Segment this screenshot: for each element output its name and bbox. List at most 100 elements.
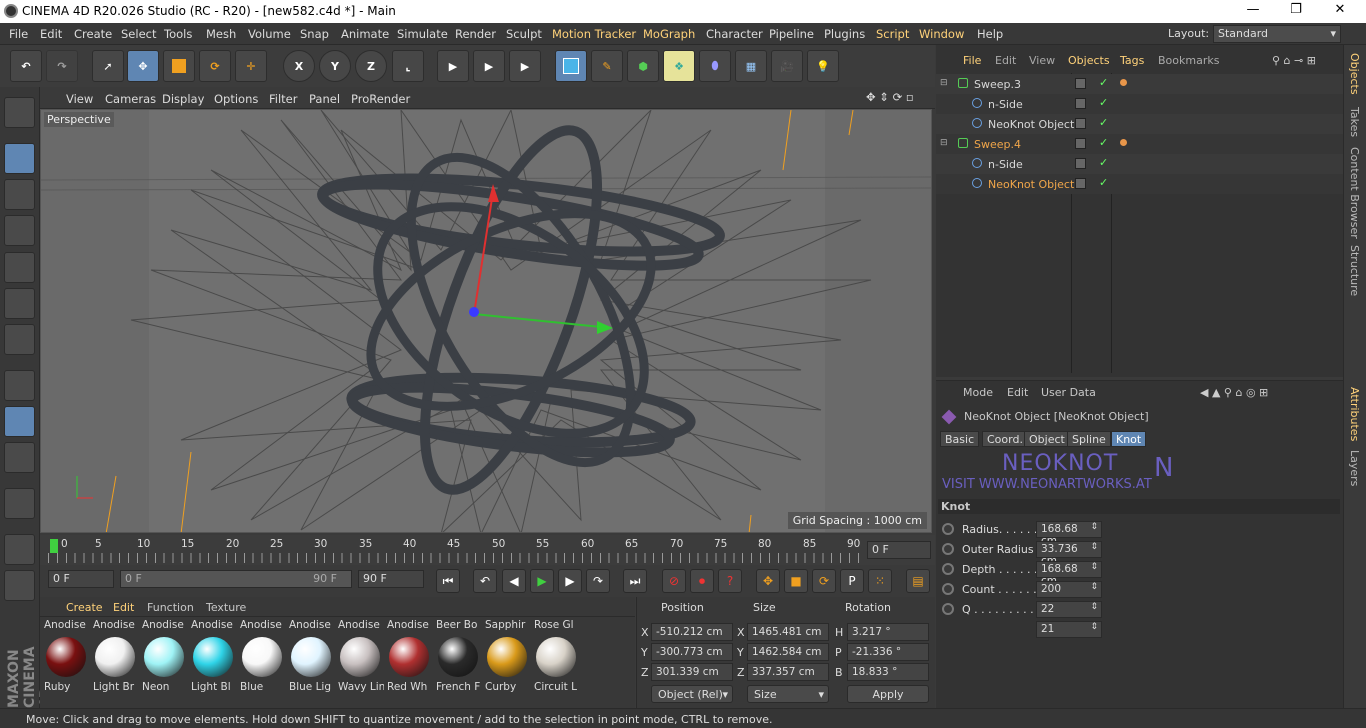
redo-icon[interactable]: ↷	[46, 50, 78, 82]
animate-radio[interactable]	[942, 543, 954, 555]
previous-key-icon[interactable]: ↶	[473, 569, 497, 593]
visibility-toggle[interactable]	[1075, 98, 1086, 109]
spinner-icon[interactable]: ⇕	[1090, 622, 1098, 632]
checkmark-icon[interactable]: ✓	[1099, 76, 1108, 89]
expand-icon[interactable]: ⊟	[940, 78, 948, 88]
render-picture-viewer-icon[interactable]: ▶	[473, 50, 505, 82]
material-swatch[interactable]: Anodise Ruby	[42, 619, 89, 703]
pos-x-field[interactable]: -510.212 cm	[651, 623, 733, 641]
previous-frame-icon[interactable]: ◀	[502, 569, 526, 593]
next-frame-icon[interactable]: ▶	[558, 569, 582, 593]
record-keys-icon[interactable]: ⊘	[662, 569, 686, 593]
object-row[interactable]: ⊟ Sweep.3 ✓	[936, 74, 1343, 94]
tag-icon[interactable]	[1120, 79, 1127, 86]
attributes-menu-edit[interactable]: Edit	[1007, 386, 1028, 399]
undo-icon[interactable]: ↶	[10, 50, 42, 82]
knot-param-field[interactable]: 33.736 cm⇕	[1036, 541, 1102, 567]
tab-attributes[interactable]: Attributes	[1348, 387, 1361, 441]
spinner-icon[interactable]: ⇕	[1090, 602, 1098, 612]
objects-menu-tags[interactable]: Tags	[1120, 54, 1144, 67]
material-swatch[interactable]: Anodise Blue Lig	[287, 619, 334, 703]
material-menu-edit[interactable]: Edit	[113, 601, 134, 614]
menu-pipeline[interactable]: Pipeline	[769, 27, 814, 41]
object-row[interactable]: NeoKnot Object ✓	[936, 174, 1343, 194]
key-pla-icon[interactable]: ⁙	[868, 569, 892, 593]
light-icon[interactable]: 💡	[807, 50, 839, 82]
animate-radio[interactable]	[942, 523, 954, 535]
spinner-icon[interactable]: ⇕	[1090, 562, 1098, 572]
move-tool-icon[interactable]: ✥	[127, 50, 159, 82]
pos-z-field[interactable]: 301.339 cm	[651, 663, 733, 681]
tab-content-browser[interactable]: Content Browser	[1348, 147, 1361, 239]
goto-end-icon[interactable]: ⏭	[623, 569, 647, 593]
timeline-ruler[interactable]: 0 5 10 15 20 25 30 35 40 45 50 55 60 65 …	[40, 535, 935, 565]
snap-magnet-icon[interactable]	[4, 488, 35, 519]
visibility-toggle[interactable]	[1075, 158, 1086, 169]
menu-render[interactable]: Render	[455, 27, 496, 41]
attr-tab-spline[interactable]: Spline	[1067, 431, 1111, 447]
menu-mesh[interactable]: Mesh	[206, 27, 236, 41]
material-menu-create[interactable]: Create	[66, 601, 103, 614]
spinner-icon[interactable]: ⇕	[1090, 522, 1098, 532]
menu-character[interactable]: Character	[706, 27, 763, 41]
attributes-menu-mode[interactable]: Mode	[963, 386, 993, 399]
subdivision-icon[interactable]: ⬢	[627, 50, 659, 82]
menu-sculpt[interactable]: Sculpt	[506, 27, 542, 41]
playhead-marker[interactable]	[50, 539, 58, 553]
object-row[interactable]: n-Side ✓	[936, 154, 1343, 174]
animate-radio[interactable]	[942, 563, 954, 575]
objects-menu-edit[interactable]: Edit	[995, 54, 1016, 67]
menu-window[interactable]: Window	[919, 27, 964, 41]
start-frame-field[interactable]: 0 F	[48, 570, 114, 588]
menu-mograph[interactable]: MoGraph	[643, 27, 695, 41]
render-view-icon[interactable]: ▶	[437, 50, 469, 82]
viewport-menu-cameras[interactable]: Cameras	[105, 92, 156, 106]
z-axis-lock-button[interactable]: Z	[355, 50, 387, 82]
array-generator-icon[interactable]: ❖	[663, 50, 695, 82]
workplane-mode-icon[interactable]	[4, 215, 35, 246]
coordinate-mode-dropdown[interactable]: Object (Rel) ▾	[651, 685, 733, 703]
scale-tool-icon[interactable]	[163, 50, 195, 82]
tab-objects[interactable]: Objects	[1348, 53, 1361, 95]
animate-radio[interactable]	[942, 603, 954, 615]
material-swatch[interactable]: Anodise Light Br	[91, 619, 138, 703]
key-rotation-icon[interactable]: ⟳	[812, 569, 836, 593]
viewport-menu-filter[interactable]: Filter	[269, 92, 297, 106]
size-z-field[interactable]: 337.357 cm	[747, 663, 829, 681]
rot-h-field[interactable]: 3.217 °	[847, 623, 929, 641]
rot-b-field[interactable]: 18.833 °	[847, 663, 929, 681]
key-scale-icon[interactable]: ■	[784, 569, 808, 593]
cube-primitive-icon[interactable]	[555, 50, 587, 82]
tab-layers[interactable]: Layers	[1348, 450, 1361, 486]
attr-tab-coord[interactable]: Coord.	[982, 431, 1028, 447]
objects-search-icon[interactable]: ⚲ ⌂ ⊸ ⊞	[1272, 54, 1316, 67]
autokey-icon[interactable]: ⏺	[690, 569, 714, 593]
material-swatch[interactable]: Beer Bo French F	[434, 619, 481, 703]
timeline-window-icon[interactable]: ▤	[906, 569, 930, 593]
spinner-icon[interactable]: ⇕	[1090, 542, 1098, 552]
object-row[interactable]: NeoKnot Object ✓	[936, 114, 1343, 134]
tweak-mode-icon[interactable]	[4, 406, 35, 437]
viewport-nav-icons[interactable]: ✥ ⇕ ⟳ ▫	[866, 90, 914, 104]
checkmark-icon[interactable]: ✓	[1099, 156, 1108, 169]
floor-environment-icon[interactable]: ▦	[735, 50, 767, 82]
objects-menu-file[interactable]: File	[963, 54, 981, 67]
viewport-menu-display[interactable]: Display	[162, 92, 204, 106]
x-axis-lock-button[interactable]: X	[283, 50, 315, 82]
visibility-toggle[interactable]	[1075, 138, 1086, 149]
coordinate-system-icon[interactable]: ⌞	[392, 50, 424, 82]
material-swatch[interactable]: Anodise Light Bl	[189, 619, 236, 703]
menu-tools[interactable]: Tools	[164, 27, 192, 41]
menu-help[interactable]: Help	[977, 27, 1003, 41]
menu-animate[interactable]: Animate	[341, 27, 389, 41]
make-editable-icon[interactable]	[4, 97, 35, 128]
y-axis-lock-button[interactable]: Y	[319, 50, 351, 82]
restore-button[interactable]: ❐	[1276, 2, 1316, 20]
animate-radio[interactable]	[942, 583, 954, 595]
next-key-icon[interactable]: ↷	[586, 569, 610, 593]
key-position-icon[interactable]: ✥	[756, 569, 780, 593]
menu-edit[interactable]: Edit	[40, 27, 62, 41]
knot-param-field[interactable]: 168.68 cm⇕	[1036, 561, 1102, 587]
menu-select[interactable]: Select	[121, 27, 156, 41]
material-swatch[interactable]: Anodise Wavy Lin	[336, 619, 384, 703]
